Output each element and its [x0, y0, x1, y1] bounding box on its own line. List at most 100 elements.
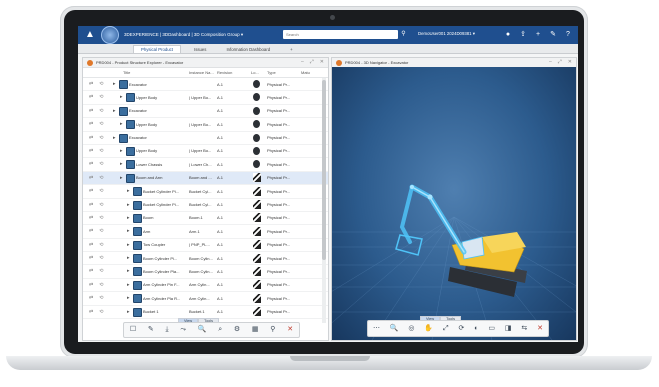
filter-icon[interactable]: ◨: [505, 323, 512, 335]
compass-icon[interactable]: [101, 26, 119, 44]
row-action-icons[interactable]: ⇄⟲: [89, 255, 109, 261]
row-action-icons[interactable]: ⇄⟲: [89, 309, 109, 315]
table-row[interactable]: ⇄⟲ ▸ Boom and Arm Boom and ... A.1 Physical P…: [83, 171, 328, 186]
expand-icon[interactable]: ▸: [120, 161, 123, 167]
row-action-icons[interactable]: ⇄⟲: [89, 81, 109, 87]
column-type[interactable]: Type: [267, 70, 276, 75]
expand-icon[interactable]: ▸: [127, 228, 130, 234]
grid-icon[interactable]: ▦: [252, 324, 259, 336]
expand-icon[interactable]: ▸: [127, 309, 130, 315]
add-icon[interactable]: +: [534, 30, 542, 39]
expand-icon[interactable]: ▸: [113, 135, 116, 141]
expand-icon[interactable]: ▸: [127, 188, 130, 194]
row-action-icons[interactable]: ⇄⟲: [89, 161, 109, 167]
zoom-icon[interactable]: ⟳: [458, 323, 464, 335]
tab-1[interactable]: Issues: [187, 46, 213, 53]
download-icon[interactable]: ⤓: [166, 324, 169, 336]
link-icon[interactable]: ✋: [424, 323, 433, 335]
table-row[interactable]: ⇄⟲ ▸ Excavator A.1 Physical Pr...: [83, 78, 328, 92]
settings-icon[interactable]: ◐: [474, 323, 478, 335]
column-instance-name[interactable]: Instance Na...: [189, 70, 214, 75]
maximize-icon[interactable]: ⤢: [558, 59, 562, 66]
expand-icon[interactable]: ▸: [120, 121, 123, 127]
table-row[interactable]: ⇄⟲ ▸ Boom Cylinder Pla... Boom Cylin... A.1 P…: [83, 265, 328, 279]
table-row[interactable]: ⇄⟲ ▸ Excavator A.1 Physical Pr...: [83, 132, 328, 145]
user-icon[interactable]: ●: [504, 30, 512, 39]
expand-icon[interactable]: ▸: [113, 81, 116, 87]
expand-icon[interactable]: ▸: [120, 148, 123, 154]
expand-icon[interactable]: ▸: [127, 242, 130, 248]
column-lock[interactable]: Lo...: [251, 70, 259, 75]
table-row[interactable]: ⇄⟲ ▸ Arm Cylinder Pla R... Arm Cylin... A.1 P…: [83, 292, 328, 306]
table-row[interactable]: ⇄⟲ ▸ Arm Cylinder Pin F... Arm Cylin... A.1 P…: [83, 279, 328, 293]
edit-icon[interactable]: ✎: [148, 324, 154, 336]
close-icon[interactable]: ✕: [568, 59, 572, 66]
table-row[interactable]: ⇄⟲ ▸ Excavator A.1 Physical Pr...: [83, 105, 328, 119]
share-icon[interactable]: ⇪: [519, 30, 527, 39]
expand-icon[interactable]: ▸: [120, 175, 123, 181]
square-icon[interactable]: ⋯: [373, 323, 380, 335]
row-action-icons[interactable]: ⇄⟲: [89, 94, 109, 100]
row-action-icons[interactable]: ⇄⟲: [89, 242, 109, 248]
row-action-icons[interactable]: ⇄⟲: [89, 121, 109, 127]
expand-icon[interactable]: ✕: [537, 323, 543, 335]
table-row[interactable]: ⇄⟲ ▸ Arm Arm.1 A.1 Physical Pr...: [83, 225, 328, 239]
link-icon[interactable]: ⤳: [180, 324, 186, 336]
minimize-icon[interactable]: –: [301, 59, 304, 66]
square-icon[interactable]: ☐: [130, 324, 136, 336]
table-row[interactable]: ⇄⟲ ▸ Tow Coupler | PNP_PL... A.1 Physical Pr.…: [83, 239, 328, 253]
table-row[interactable]: ⇄⟲ ▸ Upper Body | Upper Bo... A.1 Physical Pr…: [83, 145, 328, 159]
help-icon[interactable]: ?: [564, 30, 572, 39]
row-action-icons[interactable]: ⇄⟲: [89, 215, 109, 221]
filter-icon[interactable]: ⚲: [270, 324, 275, 336]
column-revision[interactable]: Revision: [217, 70, 232, 75]
column-maturity[interactable]: Matu: [301, 70, 310, 75]
tools-icon[interactable]: ✎: [549, 30, 557, 39]
close-icon[interactable]: ✕: [287, 324, 293, 336]
expand-icon[interactable]: ▸: [127, 268, 130, 274]
row-action-icons[interactable]: ⇄⟲: [89, 108, 109, 114]
row-action-icons[interactable]: ⇄⟲: [89, 268, 109, 274]
3d-viewport[interactable]: View Tools ⋯ 🔍 ◎ ✋ ⤢ ⟳ ◐ ▭ ◨ ⇆ ✕: [332, 67, 576, 340]
row-action-icons[interactable]: ⇄⟲: [89, 188, 109, 194]
close-icon[interactable]: ✕: [320, 59, 324, 66]
expand-icon[interactable]: ▸: [113, 108, 116, 114]
tab-0[interactable]: Physical Product: [133, 45, 182, 53]
search-icon[interactable]: 🔍: [198, 324, 207, 336]
close-icon[interactable]: ⇆: [521, 323, 527, 335]
settings-icon[interactable]: ⚙: [234, 324, 240, 336]
expand-icon[interactable]: ▸: [120, 94, 123, 100]
row-action-icons[interactable]: ⇄⟲: [89, 282, 109, 288]
tab-3[interactable]: +: [283, 46, 300, 53]
table-row[interactable]: ⇄⟲ ▸ Bucket Cylinder Pi... Bucket Cyl... A.1…: [83, 199, 328, 212]
zoom-icon[interactable]: ⌕: [218, 324, 222, 336]
table-row[interactable]: ⇄⟲ ▸ Bucket Cylinder Pi... Bucket Cyl... A.1…: [83, 185, 328, 199]
search-icon[interactable]: ⤢: [443, 323, 449, 335]
table-row[interactable]: ⇄⟲ ▸ Boom Boom.1 A.1 Physical Pr...: [83, 212, 328, 226]
maximize-icon[interactable]: ⤢: [310, 59, 314, 66]
row-action-icons[interactable]: ⇄⟲: [89, 135, 109, 141]
search-input[interactable]: Search: [283, 30, 398, 39]
minimize-icon[interactable]: –: [549, 59, 552, 66]
row-action-icons[interactable]: ⇄⟲: [89, 228, 109, 234]
app-logo-icon[interactable]: ▲: [83, 28, 97, 42]
table-row[interactable]: ⇄⟲ ▸ Upper Body | Upper Bo... A.1 Physical Pr…: [83, 91, 328, 105]
column-title[interactable]: Title: [123, 70, 130, 75]
tab-2[interactable]: Information Dashboard: [219, 46, 277, 53]
app-title[interactable]: 3DEXPERIENCE | 3DDashboard | 3D Composit…: [124, 32, 243, 38]
table-row[interactable]: ⇄⟲ ▸ Boom Cylinder Pi... Boom Cylin... A.1 Ph…: [83, 252, 328, 266]
row-action-icons[interactable]: ⇄⟲: [89, 202, 109, 208]
edit-icon[interactable]: 🔍: [390, 323, 399, 335]
expand-icon[interactable]: ▸: [127, 202, 130, 208]
search-icon[interactable]: ⚲: [399, 30, 408, 39]
user-menu[interactable]: DemoUser001 2024D09381 ▾: [418, 31, 475, 37]
grid-icon[interactable]: ▭: [488, 323, 495, 335]
download-icon[interactable]: ◎: [408, 323, 414, 335]
expand-icon[interactable]: ▸: [127, 215, 130, 221]
row-action-icons[interactable]: ⇄⟲: [89, 295, 109, 301]
row-action-icons[interactable]: ⇄⟲: [89, 148, 109, 154]
table-row[interactable]: ⇄⟲ ▸ Upper Body | Upper Bo... A.1 Physical Pr…: [83, 118, 328, 132]
row-action-icons[interactable]: ⇄⟲: [89, 175, 109, 181]
scrollbar-thumb[interactable]: [322, 80, 326, 260]
expand-icon[interactable]: ▸: [127, 255, 130, 261]
